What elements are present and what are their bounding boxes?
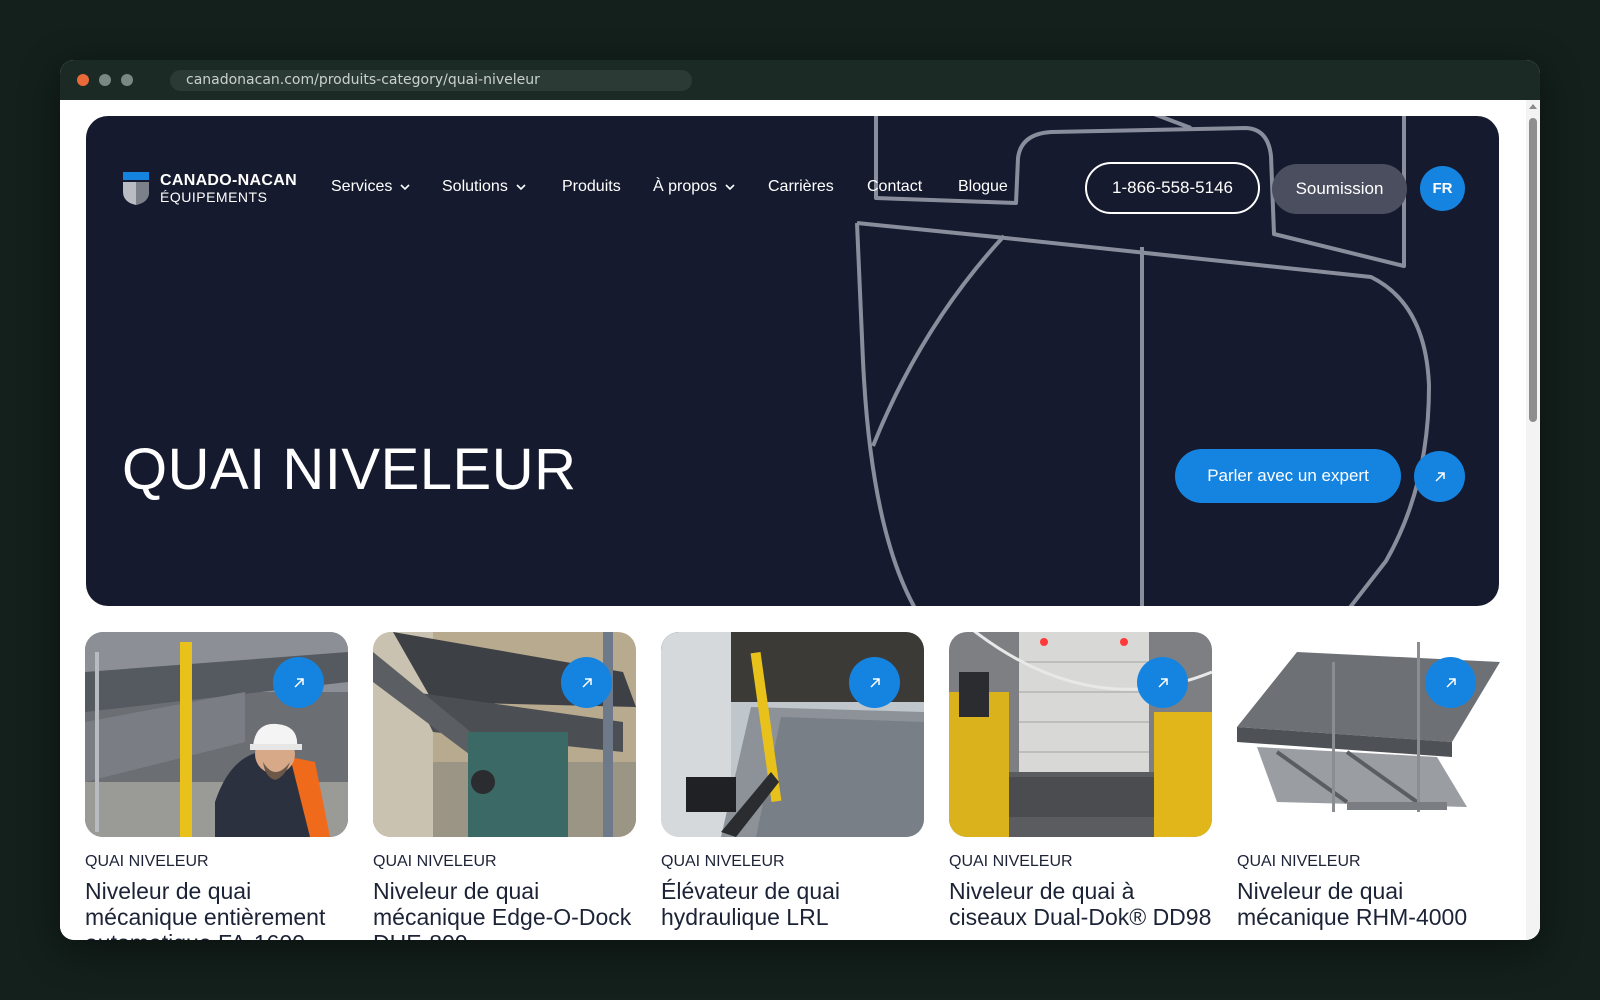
product-category: QUAI NIVELEUR — [661, 853, 785, 870]
nav-item-contact[interactable]: Contact — [867, 178, 922, 196]
browser-titlebar: canadonacan.com/produits-category/quai-n… — [60, 60, 1540, 100]
web-page: CANADO-NACAN ÉQUIPEMENTS Services Soluti… — [60, 100, 1540, 940]
product-category: QUAI NIVELEUR — [949, 853, 1073, 870]
nav-label: Solutions — [442, 178, 508, 195]
product-image[interactable] — [373, 632, 636, 837]
product-image[interactable] — [85, 632, 348, 837]
product-category: QUAI NIVELEUR — [373, 853, 497, 870]
open-product-button[interactable] — [1425, 657, 1476, 708]
nav-label: Contact — [867, 178, 923, 195]
chevron-down-icon — [725, 184, 735, 191]
nav-label: Produits — [562, 178, 621, 195]
nav-label: À propos — [653, 178, 718, 195]
talk-to-expert-button[interactable]: Parler avec un expert — [1175, 449, 1401, 503]
arrow-up-right-icon — [1157, 677, 1168, 688]
maximize-window-button[interactable] — [121, 74, 133, 86]
nav-item-services[interactable]: Services — [331, 178, 410, 196]
product-card[interactable]: QUAI NIVELEUR Élévateur de quai hydrauli… — [661, 632, 924, 930]
arrow-up-right-icon — [293, 677, 304, 688]
phone-button[interactable]: 1-866-558-5146 — [1085, 162, 1260, 214]
minimize-window-button[interactable] — [99, 74, 111, 86]
nav-label: Services — [331, 178, 393, 195]
chevron-down-icon — [516, 184, 526, 191]
arrow-up-right-icon — [1434, 471, 1445, 482]
product-image[interactable] — [661, 632, 924, 837]
quote-button[interactable]: Soumission — [1272, 164, 1407, 214]
talk-to-expert-arrow-button[interactable] — [1414, 451, 1465, 502]
page-scrollbar[interactable] — [1526, 100, 1540, 940]
nav-item-produits[interactable]: Produits — [562, 178, 621, 196]
product-card[interactable]: QUAI NIVELEUR Niveleur de quai mécanique… — [373, 632, 636, 940]
product-title[interactable]: Niveleur de quai mécanique entièrement a… — [85, 878, 348, 940]
language-toggle[interactable]: FR — [1420, 166, 1465, 211]
product-title[interactable]: Niveleur de quai mécanique Edge-O-Dock D… — [373, 878, 636, 940]
page-title: QUAI NIVELEUR — [122, 437, 577, 502]
hero-banner: CANADO-NACAN ÉQUIPEMENTS Services Soluti… — [86, 116, 1499, 606]
scrollbar-thumb[interactable] — [1529, 118, 1537, 422]
browser-window: canadonacan.com/produits-category/quai-n… — [60, 60, 1540, 940]
brand-logo[interactable]: CANADO-NACAN ÉQUIPEMENTS — [121, 168, 301, 208]
arrow-up-right-icon — [581, 677, 592, 688]
product-category: QUAI NIVELEUR — [85, 853, 209, 870]
nav-label: Blogue — [958, 178, 1008, 195]
brand-subtitle: ÉQUIPEMENTS — [160, 189, 268, 205]
product-category: QUAI NIVELEUR — [1237, 853, 1361, 870]
open-product-button[interactable] — [849, 657, 900, 708]
product-image[interactable] — [1237, 632, 1500, 837]
open-product-button[interactable] — [1137, 657, 1188, 708]
nav-item-blogue[interactable]: Blogue — [958, 178, 1008, 196]
chevron-down-icon — [400, 184, 410, 191]
brand-name: CANADO-NACAN — [160, 172, 297, 189]
product-title[interactable]: Niveleur de quai mécanique RHM-4000 — [1237, 878, 1500, 930]
address-bar[interactable]: canadonacan.com/produits-category/quai-n… — [170, 70, 692, 91]
open-product-button[interactable] — [273, 657, 324, 708]
nav-item-a-propos[interactable]: À propos — [653, 178, 735, 196]
nav-item-carrieres[interactable]: Carrières — [768, 178, 834, 196]
open-product-button[interactable] — [561, 657, 612, 708]
arrow-up-right-icon — [1445, 677, 1456, 688]
product-card[interactable]: QUAI NIVELEUR Niveleur de quai mécanique… — [1237, 632, 1500, 930]
product-title[interactable]: Niveleur de quai à ciseaux Dual-Dok® DD9… — [949, 878, 1212, 930]
product-card[interactable]: QUAI NIVELEUR Niveleur de quai à ciseaux… — [949, 632, 1212, 930]
product-title[interactable]: Élévateur de quai hydraulique LRL — [661, 878, 924, 930]
close-window-button[interactable] — [77, 74, 89, 86]
scroll-up-arrow-icon[interactable] — [1529, 104, 1537, 109]
logo-shield-icon — [123, 172, 149, 205]
arrow-up-right-icon — [869, 677, 880, 688]
nav-item-solutions[interactable]: Solutions — [442, 178, 526, 196]
product-image[interactable] — [949, 632, 1212, 837]
nav-label: Carrières — [768, 178, 834, 195]
product-card[interactable]: QUAI NIVELEUR Niveleur de quai mécanique… — [85, 632, 348, 940]
